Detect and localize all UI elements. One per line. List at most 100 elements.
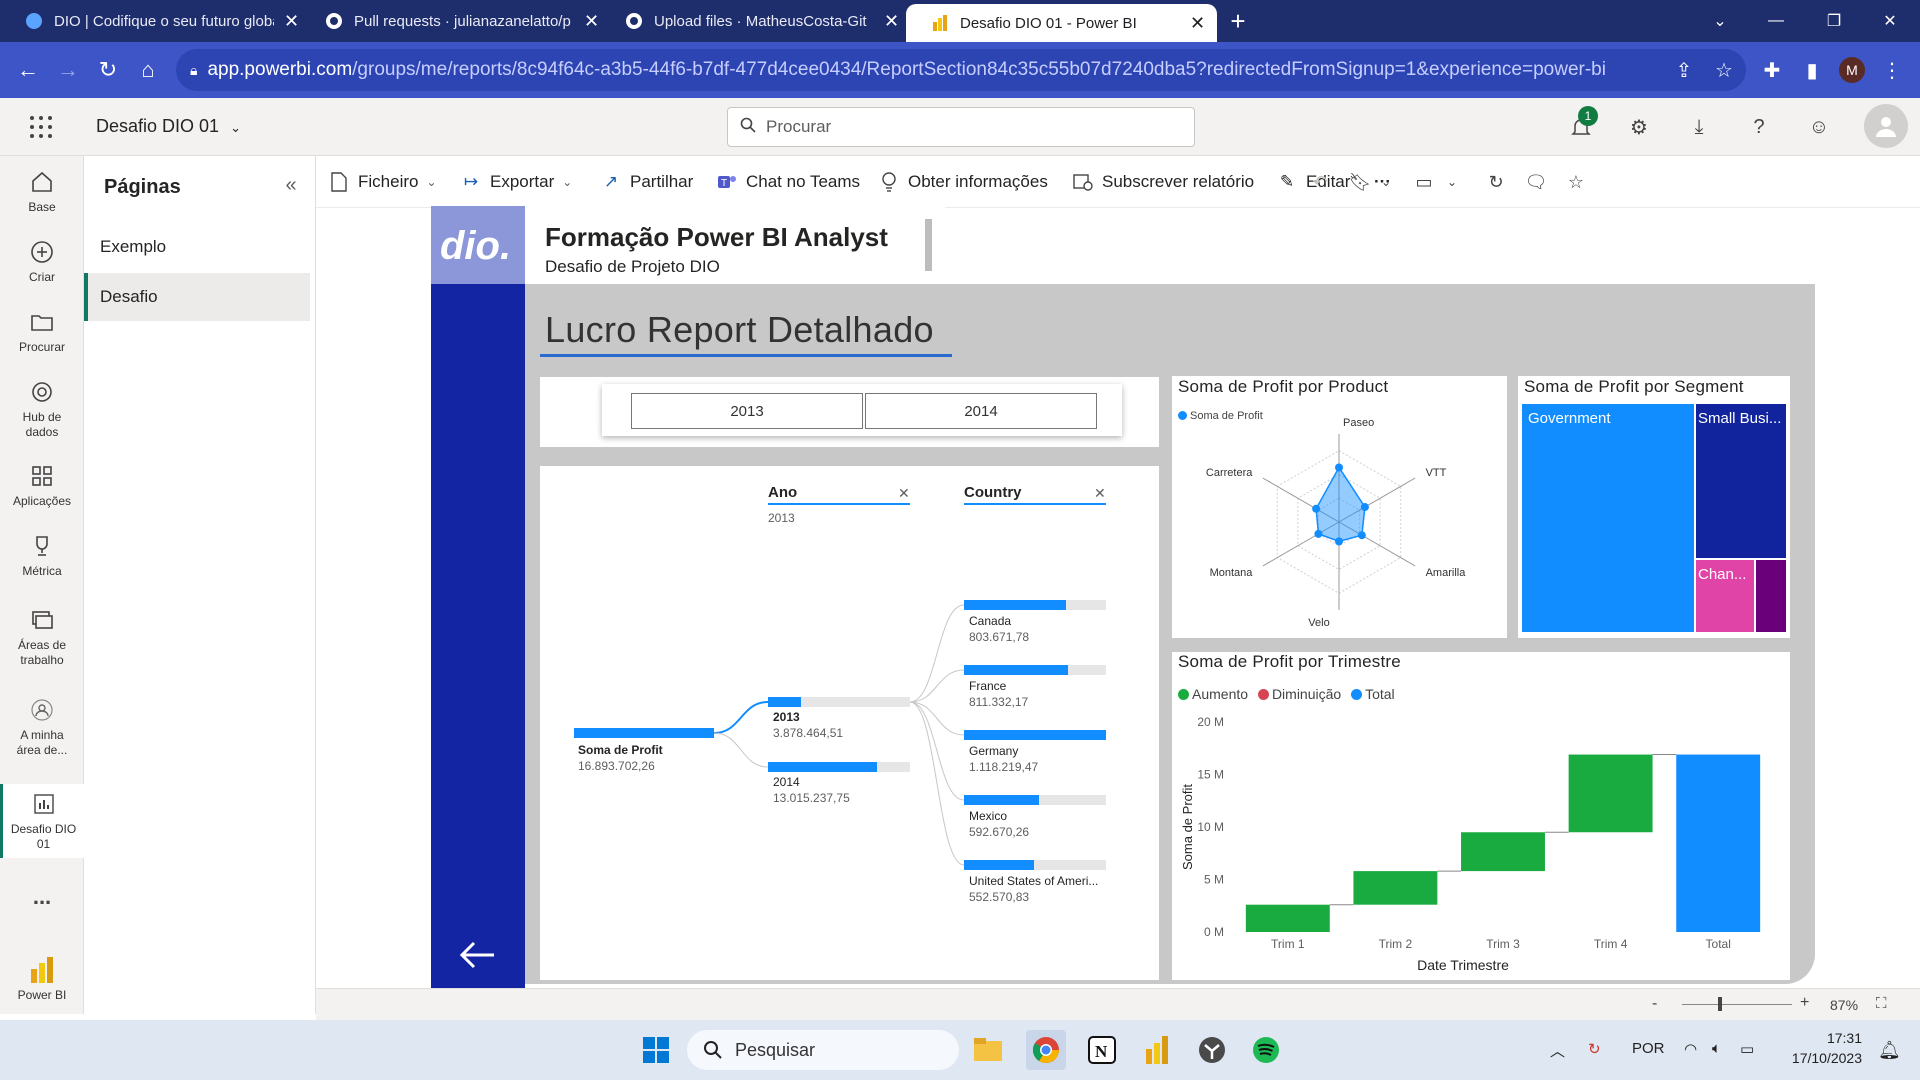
close-tab-icon[interactable]: ✕ bbox=[584, 11, 599, 32]
taskbar-search[interactable]: Pesquisar bbox=[687, 1030, 959, 1070]
windows-start-icon[interactable] bbox=[636, 1030, 676, 1070]
nav-apps[interactable]: Aplicações bbox=[0, 462, 84, 509]
treemap-tile-other[interactable] bbox=[1756, 560, 1786, 632]
address-bar[interactable]: 🔒︎ app.powerbi.com/groups/me/reports/8c9… bbox=[176, 49, 1746, 91]
radar-chart[interactable]: Paseo VTT Amarilla Velo Montana Carretera bbox=[1172, 376, 1507, 638]
browser-tab-power-bi[interactable]: Desafio DIO 01 - Power BI ✕ bbox=[906, 4, 1218, 42]
zoom-slider-thumb[interactable] bbox=[1718, 997, 1722, 1011]
notification-center-icon[interactable]: 🔔︎ bbox=[1878, 1040, 1901, 1061]
bookmark-icon[interactable]: 🔖︎ bbox=[1346, 168, 1374, 196]
nav-create[interactable]: Criar bbox=[0, 238, 84, 285]
treemap-tile-government[interactable] bbox=[1522, 404, 1694, 632]
report-name-dropdown[interactable]: Desafio DIO 01 ⌄ bbox=[96, 116, 241, 137]
chrome-icon[interactable] bbox=[1026, 1030, 1066, 1070]
decomp-country-bar-usa[interactable] bbox=[964, 860, 1034, 870]
wifi-icon[interactable]: ◠ bbox=[1684, 1040, 1697, 1058]
share-button[interactable]: ↗ Partilhar bbox=[600, 168, 693, 196]
forward-button[interactable]: → bbox=[52, 54, 84, 86]
extensions-icon[interactable]: ✚ bbox=[1756, 54, 1788, 86]
minimize-window-button[interactable]: — bbox=[1748, 0, 1804, 42]
subscribe-button[interactable]: Subscrever relatório bbox=[1072, 168, 1254, 196]
power-bi-taskbar-icon[interactable] bbox=[1138, 1030, 1178, 1070]
refresh-icon[interactable]: ↻ bbox=[1482, 168, 1510, 196]
undo-icon[interactable]: ↶ bbox=[1306, 168, 1334, 196]
browser-tab-upload-files[interactable]: Upload files · MatheusCosta-Git ✕ bbox=[600, 0, 911, 42]
view-icon[interactable]: ▭ bbox=[1410, 168, 1438, 196]
reload-button[interactable]: ↻ bbox=[92, 54, 124, 86]
decomp-country-bar-germany[interactable] bbox=[964, 730, 1106, 740]
sync-app-icon[interactable] bbox=[1192, 1030, 1232, 1070]
close-tab-icon[interactable]: ✕ bbox=[284, 11, 299, 32]
nav-more-button[interactable]: ... bbox=[0, 884, 84, 910]
zoom-slider[interactable] bbox=[1682, 1004, 1792, 1005]
page-tab-exemplo[interactable]: Exemplo bbox=[84, 223, 310, 271]
fit-to-page-icon[interactable]: ⛶ bbox=[1876, 995, 1887, 1012]
close-tab-icon[interactable]: ✕ bbox=[884, 11, 899, 32]
decomp-country-bar-mexico[interactable] bbox=[964, 795, 1039, 805]
decomp-year-bar-2014[interactable] bbox=[768, 762, 877, 772]
nav-browse[interactable]: Procurar bbox=[0, 308, 84, 355]
nav-data-hub[interactable]: Hub de dados bbox=[0, 378, 84, 440]
get-insights-button[interactable]: Obter informações bbox=[878, 168, 1048, 196]
feedback-icon[interactable]: ☺ bbox=[1804, 112, 1834, 142]
restore-window-button[interactable]: ❐ bbox=[1806, 0, 1862, 42]
slicer-option-2013[interactable]: 2013 bbox=[631, 393, 863, 429]
browser-tab-pull-requests[interactable]: Pull requests · julianazanelatto/p ✕ bbox=[300, 0, 611, 42]
file-menu[interactable]: Ficheiro ⌄ bbox=[328, 168, 437, 196]
teams-chat-button[interactable]: T Chat no Teams bbox=[716, 168, 860, 196]
notion-icon[interactable]: N bbox=[1082, 1030, 1122, 1070]
decomp-root-bar[interactable] bbox=[574, 728, 714, 738]
search-input[interactable]: Procurar bbox=[727, 107, 1195, 147]
clock-time[interactable]: 17:31 bbox=[1816, 1030, 1862, 1046]
volume-icon[interactable]: 🔈︎ bbox=[1712, 1040, 1721, 1057]
side-panel-icon[interactable]: ▮ bbox=[1796, 54, 1828, 86]
remove-level-icon[interactable]: ✕ bbox=[1094, 485, 1106, 502]
tab-search-chevron-icon[interactable]: ⌄ bbox=[1692, 0, 1748, 42]
battery-icon[interactable]: ▭ bbox=[1740, 1040, 1754, 1058]
view-chevron-icon[interactable]: ⌄ bbox=[1438, 168, 1466, 196]
back-arrow-button[interactable] bbox=[455, 935, 499, 975]
nav-my-workspace[interactable]: A minha área de... bbox=[0, 696, 84, 758]
waterfall-chart[interactable]: 0 M 5 M 10 M 15 M 20 M Soma de Profit Trim 1 Tr… bbox=[1172, 652, 1790, 980]
help-icon[interactable]: ? bbox=[1744, 112, 1774, 142]
language-indicator[interactable]: POR bbox=[1632, 1040, 1665, 1057]
remove-level-icon[interactable]: ✕ bbox=[898, 485, 910, 502]
nav-report-desafio[interactable]: Desafio DIO 01 bbox=[0, 784, 84, 858]
export-menu[interactable]: ↦ Exportar ⌄ bbox=[460, 168, 572, 196]
tray-chevron-icon[interactable]: ︿ bbox=[1550, 1040, 1565, 1061]
sync-error-icon[interactable]: ↻ bbox=[1588, 1040, 1601, 1058]
close-tab-icon[interactable]: ✕ bbox=[1190, 13, 1205, 34]
decomp-country-bar-france[interactable] bbox=[964, 665, 1068, 675]
decomp-year-bar-2013[interactable] bbox=[768, 697, 801, 707]
nav-metrics[interactable]: Métrica bbox=[0, 532, 84, 579]
account-avatar[interactable] bbox=[1864, 104, 1908, 148]
share-page-icon[interactable]: ⇪ bbox=[1668, 54, 1700, 86]
download-icon[interactable]: ⤓ bbox=[1684, 112, 1714, 142]
clock-date[interactable]: 17/10/2023 bbox=[1782, 1050, 1862, 1066]
settings-gear-icon[interactable]: ⚙ bbox=[1624, 112, 1654, 142]
home-button[interactable]: ⌂ bbox=[132, 54, 164, 86]
treemap-tile-small-business[interactable] bbox=[1696, 404, 1786, 558]
decomp-country-bar-canada[interactable] bbox=[964, 600, 1066, 610]
collapse-pane-icon[interactable]: « bbox=[276, 170, 306, 200]
bookmark-chevron-icon[interactable]: ⌄ bbox=[1372, 168, 1400, 196]
power-bi-brand[interactable]: Power BI bbox=[0, 956, 84, 1003]
spotify-icon[interactable] bbox=[1246, 1030, 1286, 1070]
comment-icon[interactable]: 🗨︎ bbox=[1522, 168, 1550, 196]
close-window-button[interactable]: ✕ bbox=[1862, 0, 1918, 42]
new-tab-button[interactable]: + bbox=[1222, 6, 1254, 36]
app-launcher-icon[interactable] bbox=[30, 116, 52, 138]
zoom-out-button[interactable]: - bbox=[1652, 995, 1657, 1013]
zoom-in-button[interactable]: + bbox=[1800, 994, 1809, 1012]
page-tab-desafio[interactable]: Desafio bbox=[84, 273, 310, 321]
browser-menu-icon[interactable]: ⋮ bbox=[1876, 54, 1908, 86]
profile-avatar[interactable]: M bbox=[1836, 54, 1868, 86]
bookmark-star-icon[interactable]: ☆ bbox=[1708, 54, 1740, 86]
favorite-star-icon[interactable]: ☆ bbox=[1562, 168, 1590, 196]
file-explorer-icon[interactable] bbox=[968, 1030, 1008, 1070]
browser-tab-dio[interactable]: DIO | Codifique o seu futuro global ✕ bbox=[0, 0, 311, 42]
nav-workspaces[interactable]: Áreas de trabalho bbox=[0, 606, 84, 668]
back-button[interactable]: ← bbox=[12, 54, 44, 86]
nav-home[interactable]: Base bbox=[0, 168, 84, 215]
slicer-option-2014[interactable]: 2014 bbox=[865, 393, 1097, 429]
